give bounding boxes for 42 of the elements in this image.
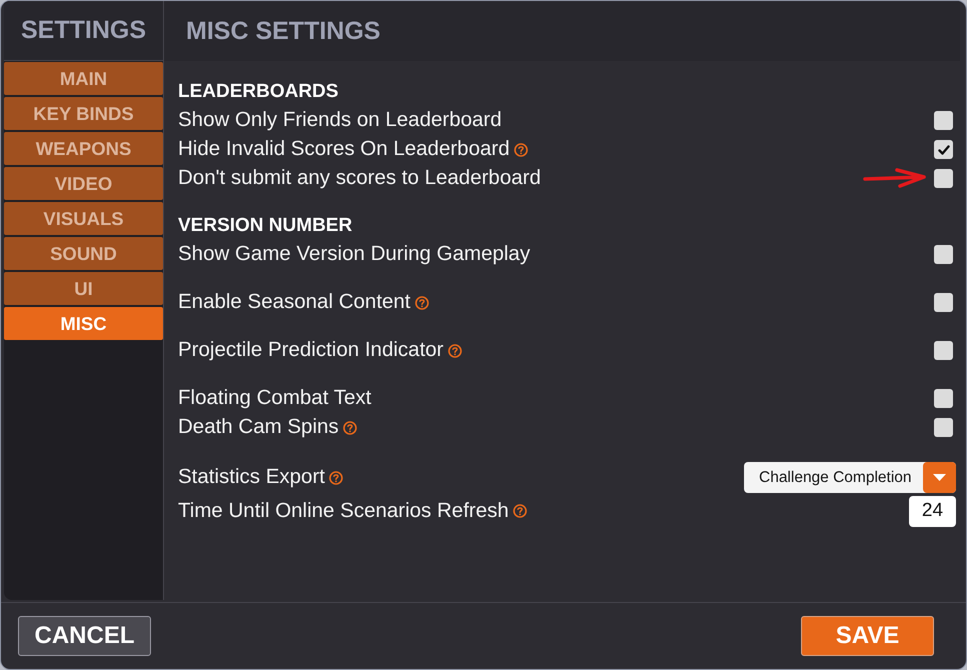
setting-label: Death Cam Spins (178, 414, 339, 440)
setting-label: Enable Seasonal Content (178, 289, 411, 316)
setting-label: Projectile Prediction Indicator (178, 337, 444, 364)
help-icon[interactable] (342, 420, 357, 434)
checkbox[interactable] (934, 140, 953, 159)
sidebar-tab[interactable]: UI (4, 272, 163, 305)
cancel-button[interactable]: CANCEL (18, 616, 151, 656)
help-icon[interactable] (514, 142, 528, 156)
checkbox[interactable] (934, 389, 953, 408)
checkbox[interactable] (934, 341, 953, 360)
sidebar-tab[interactable]: MAIN (4, 62, 163, 95)
checkbox[interactable] (934, 169, 953, 188)
section-heading: LEADERBOARDS (178, 80, 338, 104)
setting-label: Floating Combat Text (178, 385, 372, 412)
sidebar-tab[interactable]: MISC (4, 307, 163, 340)
help-icon[interactable] (414, 296, 429, 310)
help-icon[interactable] (448, 344, 462, 358)
checkmark-icon (938, 144, 950, 154)
checkbox[interactable] (934, 245, 953, 264)
save-button[interactable]: SAVE (801, 616, 934, 656)
setting-label: Show Only Friends on Leaderboard (178, 107, 502, 134)
sidebar-tab[interactable]: SOUND (4, 237, 163, 270)
sidebar-title: SETTINGS (20, 18, 146, 43)
sidebar-tab[interactable]: KEY BINDS (4, 97, 163, 130)
page-title: MISC SETTINGS (186, 18, 380, 44)
checkbox[interactable] (934, 111, 953, 130)
setting-label: Time Until Online Scenarios Refresh (178, 498, 509, 524)
dropdown[interactable]: Challenge Completion (744, 462, 956, 493)
caret-icon[interactable] (923, 462, 956, 493)
sidebar-tab[interactable]: WEAPONS (4, 132, 163, 165)
sidebar-tab[interactable]: VISUALS (4, 202, 163, 235)
checkbox[interactable] (934, 418, 953, 437)
number-field[interactable]: 24 (909, 496, 956, 526)
setting-label: Don't submit any scores to Leaderboard (178, 165, 541, 192)
section-heading: VERSION NUMBER (178, 214, 352, 238)
setting-label: Hide Invalid Scores On Leaderboard (178, 136, 510, 162)
checkbox[interactable] (934, 293, 953, 312)
setting-label: Show Game Version During Gameplay (178, 241, 530, 268)
setting-label: Statistics Export (178, 464, 325, 490)
help-icon[interactable] (512, 504, 527, 518)
sidebar-tab[interactable]: VIDEO (4, 167, 163, 200)
help-icon[interactable] (328, 470, 343, 484)
